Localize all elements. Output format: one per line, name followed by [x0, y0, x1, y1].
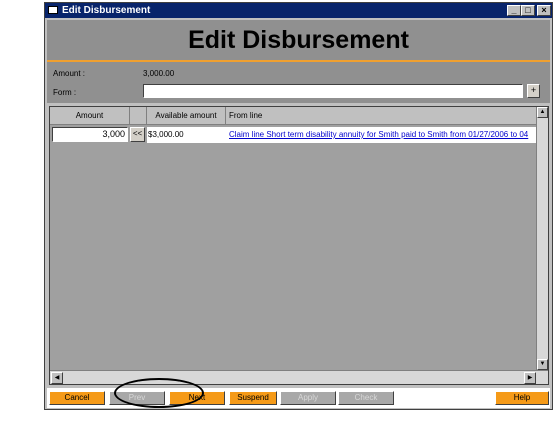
table-row: 3,000 << $3,000.00 Claim line Short term…	[50, 126, 537, 144]
vertical-scrollbar[interactable]: ▲ ▼	[536, 107, 548, 370]
column-header-amount[interactable]: Amount	[50, 107, 130, 125]
horizontal-scrollbar[interactable]: ◀ ▶	[50, 370, 548, 384]
column-header-available-amount[interactable]: Available amount	[147, 107, 226, 125]
form-label: Form :	[53, 88, 77, 97]
copy-amount-button[interactable]: <<	[130, 127, 145, 142]
scroll-down-icon[interactable]: ▼	[537, 359, 548, 370]
form-add-button[interactable]: +	[527, 84, 540, 98]
scroll-left-icon[interactable]: ◀	[51, 372, 63, 384]
column-header-from-line[interactable]: From line	[226, 107, 537, 125]
maximize-icon[interactable]: □	[521, 5, 535, 16]
scroll-right-icon[interactable]: ▶	[524, 372, 536, 384]
window-title: Edit Disbursement	[62, 5, 151, 16]
column-header-copy	[130, 107, 147, 125]
edit-disbursement-window: Edit Disbursement _ □ × Edit Disbursemen…	[44, 2, 553, 410]
minimize-icon[interactable]: _	[507, 5, 521, 16]
title-bar: Edit Disbursement _ □ ×	[45, 3, 552, 18]
apply-button[interactable]: Apply	[280, 391, 336, 405]
amount-label: Amount :	[53, 69, 86, 78]
next-button-highlight-ellipse	[114, 378, 204, 408]
fields-panel: Amount : 3,000.00 Form : +	[47, 62, 550, 103]
disbursement-grid: Amount Available amount From line 3,000 …	[49, 106, 549, 385]
help-button[interactable]: Help	[495, 391, 549, 405]
suspend-button[interactable]: Suspend	[229, 391, 277, 405]
available-amount-cell: $3,000.00	[147, 127, 226, 143]
amount-input[interactable]: 3,000	[52, 127, 128, 142]
cancel-button[interactable]: Cancel	[49, 391, 105, 405]
scroll-up-icon[interactable]: ▲	[537, 107, 548, 118]
page-title: Edit Disbursement	[188, 26, 409, 54]
from-line-link[interactable]: Claim line Short term disability annuity…	[226, 127, 537, 143]
check-button[interactable]: Check	[338, 391, 394, 405]
header-panel: Edit Disbursement	[47, 20, 550, 60]
form-input[interactable]	[143, 84, 523, 98]
window-icon	[48, 6, 58, 14]
close-icon[interactable]: ×	[537, 5, 551, 16]
amount-value: 3,000.00	[143, 69, 175, 78]
